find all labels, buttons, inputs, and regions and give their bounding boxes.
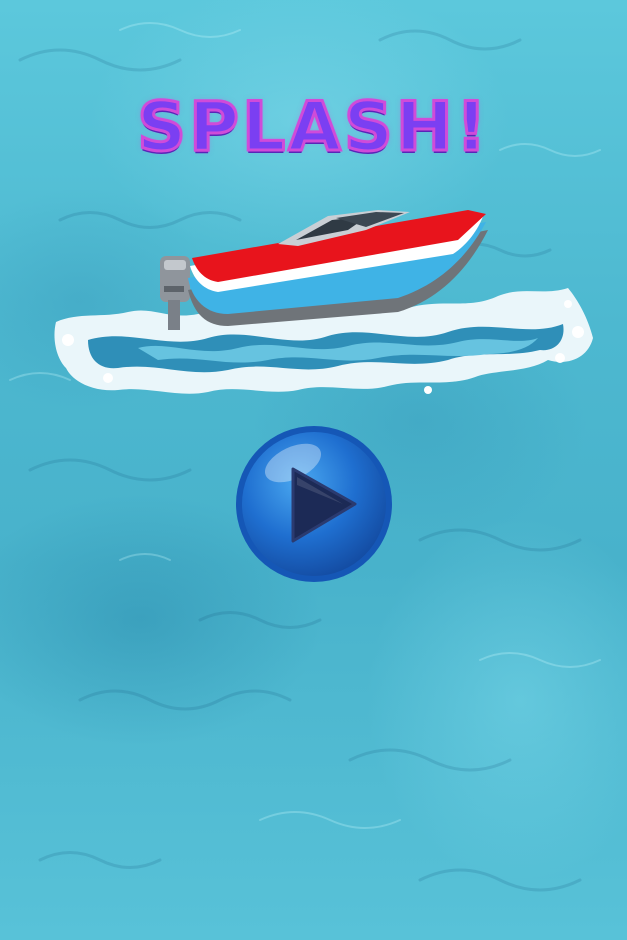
speedboat-icon [54,210,594,394]
play-button[interactable] [233,423,395,585]
play-icon [236,426,392,582]
game-title: SPLASH! [136,87,490,169]
